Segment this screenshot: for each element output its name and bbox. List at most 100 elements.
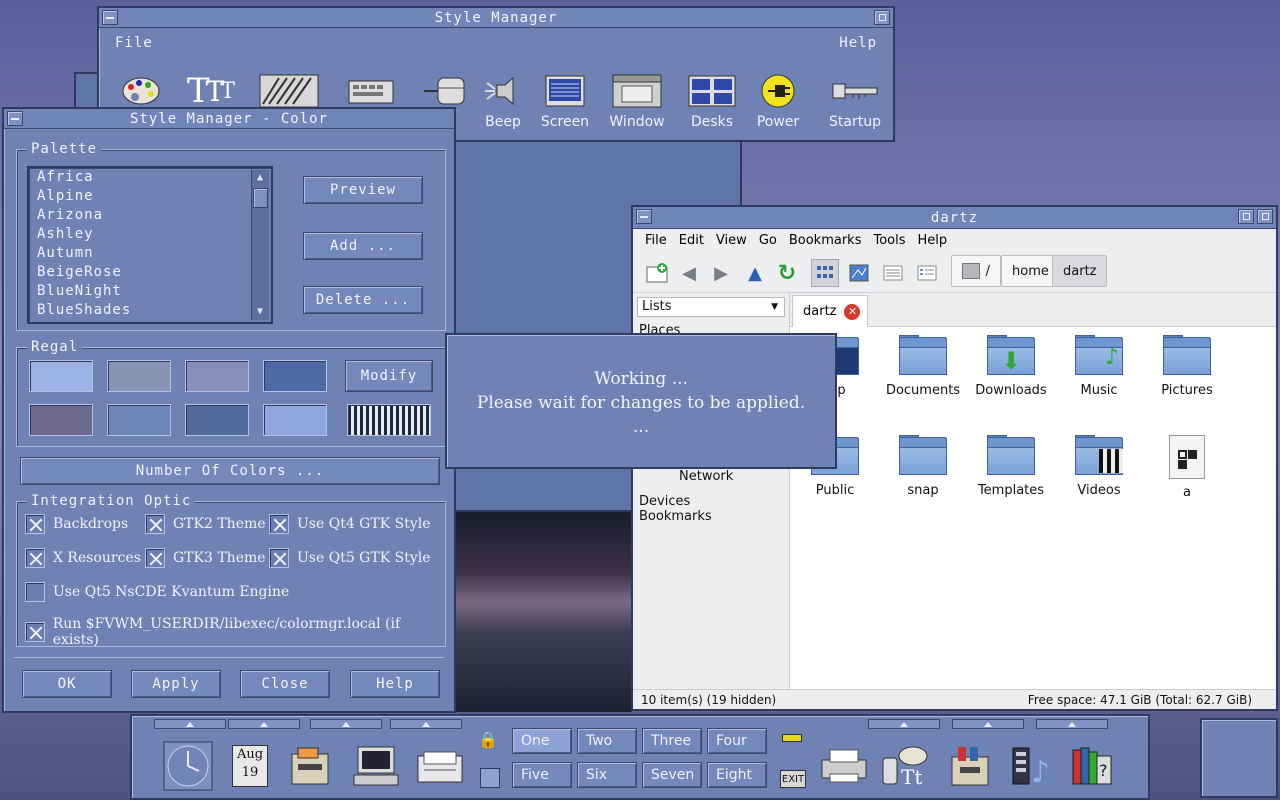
checkbox-checked-icon[interactable] <box>25 514 45 534</box>
list-item[interactable]: BeigeRose <box>29 263 271 282</box>
kvantum-engine-checkbox[interactable]: Use Qt5 NsCDE Kvantum Engine <box>25 582 289 602</box>
startup-tool[interactable]: Startup <box>815 72 895 130</box>
add-palette-button[interactable]: Add ... <box>303 232 423 260</box>
close-button[interactable]: Close <box>240 670 330 698</box>
palette-list[interactable]: Africa Alpine Arizona Ashley Autumn Beig… <box>27 166 273 324</box>
file-manager-titlebar[interactable]: dartz <box>633 207 1276 229</box>
workspace-one[interactable]: One <box>512 728 572 754</box>
keyboard-tool[interactable] <box>331 72 411 110</box>
lock-icon[interactable]: 🔒 <box>478 730 498 749</box>
checkbox-checked-icon[interactable] <box>25 548 45 568</box>
stripe-swatch[interactable] <box>347 404 431 436</box>
checkbox-checked-icon[interactable] <box>269 548 289 568</box>
subpanel-arrow-icon[interactable] <box>154 719 226 729</box>
backdrop-tool[interactable] <box>249 72 329 110</box>
style-manager-titlebar[interactable]: Style Manager <box>99 8 893 28</box>
workspace-six[interactable]: Six <box>577 762 637 788</box>
window-menu-button[interactable] <box>636 209 652 224</box>
up-arrow-icon[interactable]: ▲ <box>741 259 769 287</box>
subpanel-arrow-icon[interactable] <box>868 719 940 729</box>
power-tool[interactable]: Power <box>738 72 818 130</box>
subpanel-arrow-icon[interactable] <box>952 719 1024 729</box>
delete-palette-button[interactable]: Delete ... <box>303 286 423 314</box>
exit-button[interactable]: EXIT <box>780 770 806 788</box>
workspace-three[interactable]: Three <box>642 728 702 754</box>
list-item[interactable]: Autumn <box>29 244 271 263</box>
folder-snap[interactable]: snap <box>879 435 967 498</box>
network-item[interactable]: Network <box>679 469 733 484</box>
folder-templates[interactable]: Templates <box>967 435 1055 498</box>
menu-file[interactable]: File <box>115 35 153 51</box>
list-item[interactable]: Arizona <box>29 206 271 225</box>
subpanel-arrow-icon[interactable] <box>390 719 462 729</box>
thumbnail-view-icon[interactable] <box>845 259 873 287</box>
file-a[interactable]: a <box>1143 435 1231 500</box>
calendar-icon[interactable]: Aug 19 <box>220 738 280 794</box>
menu-tools[interactable]: Tools <box>873 233 905 248</box>
preview-button[interactable]: Preview <box>303 176 423 204</box>
subpanel-arrow-icon[interactable] <box>1036 719 1108 729</box>
forward-arrow-icon[interactable]: ▶ <box>707 259 735 287</box>
menu-view[interactable]: View <box>716 233 747 248</box>
number-of-colors-button[interactable]: Number Of Colors ... <box>20 457 440 485</box>
file-cabinet-icon[interactable] <box>280 738 340 794</box>
color-swatch-5[interactable] <box>29 404 93 436</box>
run-colormgr-checkbox[interactable]: Run $FVWM_USERDIR/libexec/colormgr.local… <box>25 616 445 648</box>
list-item[interactable]: Alpine <box>29 187 271 206</box>
list-item[interactable]: BlueShades <box>29 301 271 320</box>
window-menu-button[interactable] <box>7 111 23 126</box>
workspace-grid-icon[interactable] <box>480 768 500 788</box>
color-swatch-8[interactable] <box>263 404 327 436</box>
color-swatch-1[interactable] <box>29 360 93 392</box>
help-books-icon[interactable]: ? <box>1062 738 1122 794</box>
maximize-button[interactable] <box>1257 209 1273 224</box>
checkbox-checked-icon[interactable] <box>269 514 289 534</box>
workspace-seven[interactable]: Seven <box>642 762 702 788</box>
color-dialog-titlebar[interactable]: Style Manager - Color <box>4 109 454 129</box>
compact-view-icon[interactable] <box>879 259 907 287</box>
mail-icon[interactable] <box>410 738 470 794</box>
screen-tool[interactable]: Screen <box>525 72 605 130</box>
back-arrow-icon[interactable]: ◀ <box>675 259 703 287</box>
folder-music[interactable]: ♪ Music <box>1055 335 1143 398</box>
bookmarks-section[interactable]: Bookmarks <box>639 509 712 524</box>
media-player-icon[interactable]: ♪ <box>1002 738 1062 794</box>
qt5-gtk-style-checkbox[interactable]: Use Qt5 GTK Style <box>269 548 431 568</box>
checkbox-checked-icon[interactable] <box>25 622 45 642</box>
side-pane-mode-select[interactable]: Lists ▼ <box>637 297 785 317</box>
workspace-four[interactable]: Four <box>707 728 767 754</box>
workspace-two[interactable]: Two <box>577 728 637 754</box>
menu-edit[interactable]: Edit <box>679 233 704 248</box>
folder-downloads[interactable]: ⬇ Downloads <box>967 335 1055 398</box>
menu-bookmarks[interactable]: Bookmarks <box>789 233 862 248</box>
palette-scrollbar[interactable]: ▲ ▼ <box>251 170 269 320</box>
help-button[interactable]: Help <box>350 670 440 698</box>
menu-go[interactable]: Go <box>759 233 777 248</box>
modify-button[interactable]: Modify <box>345 360 433 392</box>
apply-button[interactable]: Apply <box>131 670 221 698</box>
tab-dartz[interactable]: dartz ✕ <box>792 295 868 327</box>
scroll-up-icon[interactable]: ▲ <box>253 171 268 185</box>
font-tool[interactable]: TTT <box>169 71 249 111</box>
workspace-eight[interactable]: Eight <box>707 762 767 788</box>
app-manager-icon[interactable] <box>940 738 1000 794</box>
menu-help[interactable]: Help <box>839 35 877 51</box>
breadcrumb-dartz[interactable]: dartz <box>1052 255 1108 287</box>
list-item[interactable]: BlueNight <box>29 282 271 301</box>
x-resources-checkbox[interactable]: X Resources <box>25 548 141 568</box>
color-swatch-4[interactable] <box>263 360 327 392</box>
folder-pictures[interactable]: Pictures <box>1143 335 1231 398</box>
color-swatch-2[interactable] <box>107 360 171 392</box>
style-manager-icon[interactable]: Tt <box>876 738 936 794</box>
list-item[interactable]: Ashley <box>29 225 271 244</box>
window-tool[interactable]: Window <box>597 72 677 130</box>
subpanel-arrow-icon[interactable] <box>228 719 300 729</box>
checkbox-unchecked-icon[interactable] <box>25 582 45 602</box>
icon-view-icon[interactable] <box>811 259 839 287</box>
subpanel-arrow-icon[interactable] <box>310 719 382 729</box>
close-tab-icon[interactable]: ✕ <box>844 303 861 320</box>
gtk3-theme-checkbox[interactable]: GTK3 Theme <box>145 548 266 568</box>
devices-section[interactable]: Devices <box>639 494 690 509</box>
detailed-view-icon[interactable] <box>913 259 941 287</box>
window-menu-button[interactable] <box>102 10 118 25</box>
